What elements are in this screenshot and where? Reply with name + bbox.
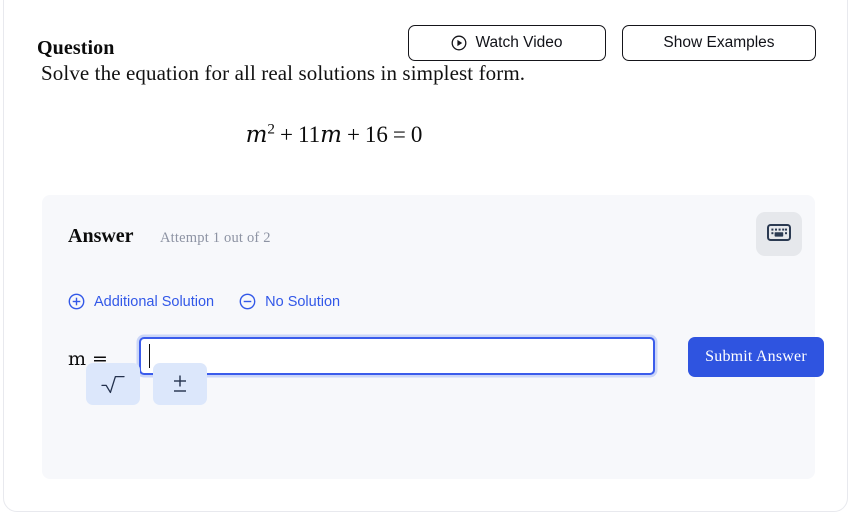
watch-video-label: Watch Video (475, 34, 563, 51)
plus-minus-icon (169, 372, 191, 396)
square-root-icon (100, 372, 126, 396)
keyboard-icon (767, 224, 791, 244)
question-prompt: Solve the equation for all real solution… (41, 61, 526, 85)
page-title: Question (37, 37, 115, 59)
show-examples-label: Show Examples (663, 34, 775, 51)
plus-circle-icon (68, 293, 85, 310)
show-examples-button[interactable]: Show Examples (622, 25, 816, 61)
solution-options: Additional Solution No Solution (68, 293, 340, 310)
additional-solution-button[interactable]: Additional Solution (68, 293, 214, 310)
equation-operator-2: + (346, 122, 360, 147)
no-solution-label: No Solution (265, 293, 341, 310)
equation-linear-coefficient: 11 (297, 122, 321, 147)
math-symbol-keys (86, 363, 207, 405)
no-solution-button[interactable]: No Solution (239, 293, 340, 310)
question-header: Question Watch Video Show Examples (4, 1, 847, 61)
equation-display: m2 +11m +16 = 0 (4, 120, 664, 148)
watch-video-button[interactable]: Watch Video (408, 25, 606, 61)
equation-variable: m (245, 122, 268, 148)
minus-circle-icon (239, 293, 256, 310)
equation-right-side: 0 (410, 122, 423, 147)
equation-equals-sign: = (392, 122, 406, 147)
additional-solution-label: Additional Solution (94, 293, 215, 310)
equation-constant: 16 (364, 122, 388, 147)
attempt-status: Attempt 1 out of 2 (160, 230, 271, 246)
answer-panel: Answer Attempt 1 out of 2 Additional Sol… (42, 195, 824, 479)
equation-exponent: 2 (267, 120, 275, 138)
square-root-key[interactable] (86, 363, 140, 405)
equation-linear-variable: m (320, 122, 342, 148)
keyboard-toggle-button[interactable] (756, 212, 802, 256)
submit-answer-button[interactable]: Submit Answer (688, 337, 824, 377)
equation-operator-1: + (279, 122, 293, 147)
answer-input[interactable] (139, 337, 655, 375)
plus-minus-key[interactable] (153, 363, 207, 405)
question-card: Question Watch Video Show Examples Solve… (3, 0, 848, 512)
answer-heading: Answer (68, 225, 134, 247)
play-circle-icon (451, 35, 467, 51)
